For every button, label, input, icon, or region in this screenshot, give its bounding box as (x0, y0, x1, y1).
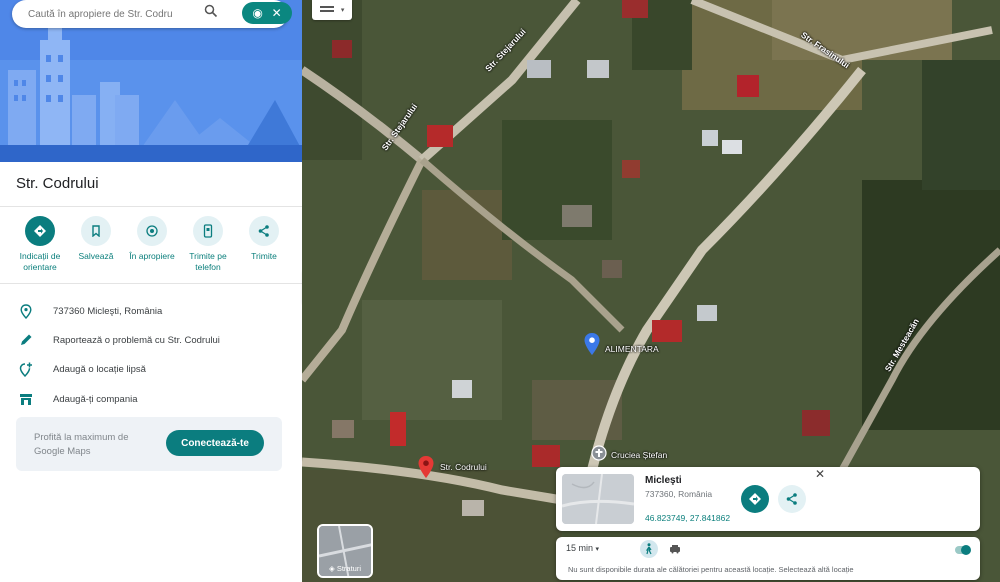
store-icon (18, 391, 34, 407)
add-business-text: Adaugă-ți compania (53, 393, 138, 405)
directions-icon (25, 216, 55, 246)
poi-pin[interactable] (583, 332, 601, 361)
report-problem-text: Raportează o problemă cu Str. Codrului (53, 334, 220, 346)
phone-icon (193, 216, 223, 246)
landmark-pin[interactable] (591, 445, 607, 468)
chevron-down-icon: ▾ (595, 546, 600, 553)
search-input[interactable] (28, 8, 188, 20)
location-thumbnail[interactable] (562, 474, 634, 524)
side-panel: ◉ ✕ Str. Codrului Indicații de orientare… (0, 0, 302, 582)
location-coordinates[interactable]: 46.823749, 27.841862 (645, 513, 730, 523)
menu-icon (319, 6, 334, 12)
share-icon (786, 493, 797, 505)
divider (0, 206, 302, 207)
add-missing-place-text: Adaugă o locație lipsă (53, 363, 146, 375)
red-pin-label: Str. Codrului (440, 462, 487, 472)
place-hero-image: ◉ ✕ (0, 0, 302, 162)
share-label: Trimite (251, 251, 277, 261)
report-problem-row[interactable]: Raportează o problemă cu Str. Codrului (18, 332, 220, 348)
place-title: Str. Codrului (16, 175, 99, 192)
divider (0, 283, 302, 284)
selected-place-pin[interactable] (417, 455, 435, 484)
directions-label: Indicații de orientare (19, 251, 61, 272)
sign-in-button[interactable]: Conectează-te (166, 430, 264, 456)
travel-toggle[interactable] (954, 543, 972, 555)
walking-mode-button[interactable] (640, 540, 658, 558)
action-bar: Indicații de orientare Salvează În aprop… (12, 216, 296, 273)
pencil-icon (18, 332, 34, 348)
search-button[interactable] (204, 4, 224, 24)
blue-pin-icon (584, 333, 600, 355)
toggle-switch (955, 545, 971, 555)
card-close-button[interactable]: ✕ (812, 467, 828, 483)
bookmark-icon (81, 216, 111, 246)
nearby-button[interactable]: În apropiere (124, 216, 180, 273)
search-icon (204, 4, 218, 18)
layers-label: ◈ Straturi (328, 564, 362, 573)
layers-button[interactable]: ◈ Straturi (317, 524, 373, 578)
nearby-label: În apropiere (129, 251, 175, 261)
address-text: 737360 Micleşti, România (53, 305, 163, 317)
share-button[interactable]: Trimite (236, 216, 292, 273)
address-row[interactable]: 737360 Micleşti, România (18, 303, 162, 319)
map-layer-menu[interactable]: ▾ (312, 0, 352, 20)
send-to-phone-button[interactable]: Trimite pe telefon (180, 216, 236, 273)
driving-mode-button[interactable] (666, 540, 684, 558)
search-box: ◉ ✕ (12, 0, 292, 28)
location-pin-icon (18, 303, 34, 319)
car-icon (670, 545, 680, 554)
lens-icon[interactable]: ◉ (252, 6, 262, 20)
chevron-down-icon: ▾ (340, 7, 345, 14)
poi-label: ALIMENTARA (605, 344, 659, 354)
add-business-row[interactable]: Adaugă-ți compania (18, 391, 138, 407)
card-directions-button[interactable] (741, 485, 769, 513)
layers-icon: ◈ (328, 564, 335, 573)
close-icon[interactable]: ✕ (272, 6, 282, 20)
send-to-phone-label: Trimite pe telefon (189, 251, 227, 272)
travel-message: Nu sunt disponibile durata ale călătorie… (568, 565, 854, 574)
grey-pin-icon (591, 445, 607, 461)
add-location-icon (18, 361, 34, 377)
share-icon (249, 216, 279, 246)
nearby-icon (137, 216, 167, 246)
red-pin-icon (418, 456, 434, 478)
sign-in-promo: Profită la maximum de Google Maps Conect… (16, 417, 282, 471)
directions-button[interactable]: Indicații de orientare (12, 216, 68, 273)
walking-icon (645, 543, 652, 555)
add-missing-place-row[interactable]: Adaugă o locație lipsă (18, 361, 146, 377)
location-card[interactable]: Micleşti 737360, România 46.823749, 27.8… (556, 467, 980, 531)
promo-text: Profită la maximum de Google Maps (34, 432, 129, 457)
save-label: Salvează (78, 251, 114, 261)
location-name: Micleşti (645, 475, 682, 486)
directions-icon (749, 493, 761, 505)
travel-time-select[interactable]: 15 min ▾ (566, 543, 599, 553)
search-chip: ◉ ✕ (242, 2, 292, 24)
travel-time-bar: 15 min ▾ Nu sunt disponibile durata ale … (556, 537, 980, 580)
location-subtitle: 737360, România (645, 489, 713, 499)
card-share-button[interactable] (778, 485, 806, 513)
landmark-label: Cruciea Ștefan (611, 450, 668, 460)
save-button[interactable]: Salvează (68, 216, 124, 273)
